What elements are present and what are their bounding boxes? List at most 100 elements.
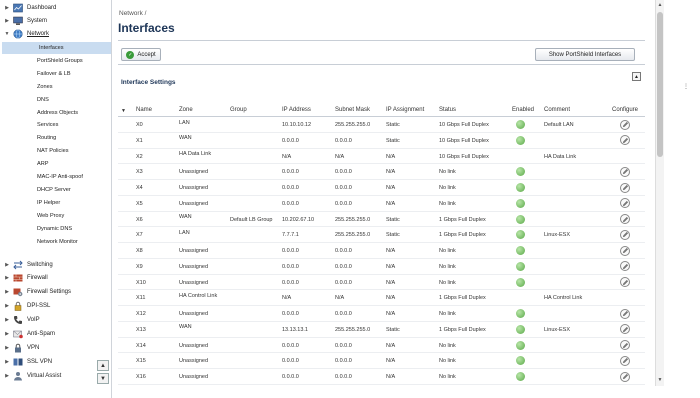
expand-right-icon[interactable]: ▶ [4, 275, 10, 281]
expand-right-icon[interactable]: ▶ [4, 373, 10, 379]
col-enabled[interactable]: Enabled [512, 107, 534, 113]
page-scrollbar[interactable]: ▲ ▼ [655, 0, 664, 386]
col-comment[interactable]: Comment [544, 107, 570, 113]
sidebar-subitem-routing[interactable]: Routing [0, 132, 111, 144]
edit-pencil-icon[interactable] [620, 182, 630, 193]
expand-right-icon[interactable]: ▶ [4, 289, 10, 295]
sidebar-item-network[interactable]: ▼ Network [0, 28, 111, 40]
enabled-check-icon [516, 372, 525, 381]
breadcrumb[interactable]: Network / [119, 10, 146, 17]
sidebar-item-vpn[interactable]: ▶ VPN [0, 342, 95, 354]
col-ip-assignment[interactable]: IP Assignment [386, 107, 424, 113]
edit-pencil-icon[interactable] [620, 245, 630, 256]
col-name[interactable]: Name [136, 107, 152, 113]
scrollbar-thumb[interactable] [657, 12, 663, 157]
sidebar-subitem-dynamic-dns[interactable]: Dynamic DNS [0, 223, 111, 235]
accept-button[interactable]: ✓ Accept [121, 48, 161, 61]
table-row[interactable]: X12 Unassigned 0.0.0.0 0.0.0.0 N/A No link [118, 306, 645, 322]
expand-right-icon[interactable]: ▶ [4, 317, 10, 323]
table-row[interactable]: X15 Unassigned 0.0.0.0 0.0.0.0 N/A No link [118, 353, 645, 369]
expand-right-icon[interactable]: ▶ [4, 303, 10, 309]
sidebar-item-switching[interactable]: ▶ Switching [0, 259, 95, 271]
sidebar-scroll-down-button[interactable]: ▼ [97, 373, 109, 384]
col-subnet-mask[interactable]: Subnet Mask [335, 107, 370, 113]
sidebar-item-voip[interactable]: ▶ VoIP [0, 314, 95, 326]
sidebar-subitem-ip-helper[interactable]: IP Helper [0, 197, 111, 209]
sidebar-subitem-address-objects[interactable]: Address Objects [0, 107, 111, 119]
table-row[interactable]: X13 WAN 13.13.13.1 255.255.255.0 Static 1 Gbp… [118, 322, 645, 338]
sidebar-item-firewall-settings[interactable]: ▶ Firewall Settings [0, 286, 95, 298]
edit-pencil-icon[interactable] [620, 198, 630, 209]
edit-pencil-icon[interactable] [620, 308, 630, 319]
edit-pencil-icon[interactable] [620, 355, 630, 366]
edit-pencil-icon[interactable] [620, 371, 630, 382]
sidebar-subitem-arp[interactable]: ARP [0, 158, 111, 170]
edit-pencil-icon[interactable] [620, 277, 630, 287]
table-row[interactable]: X0 LAN 10.10.10.12 255.255.255.0 Static 10 Gb… [118, 117, 645, 133]
col-configure[interactable]: Configure [612, 107, 638, 113]
table-row[interactable]: X6 WAN Default LB Group 10.202.67.10 255.255… [118, 212, 645, 228]
table-row[interactable]: X5 Unassigned 0.0.0.0 0.0.0.0 N/A No link [118, 196, 645, 212]
collapse-section-button[interactable]: ▲ [632, 72, 641, 81]
sidebar-subitem-mac-ip-anti-spoof[interactable]: MAC-IP Anti-spoof [0, 171, 111, 183]
sidebar-subitem-dhcp-server[interactable]: DHCP Server [0, 184, 111, 196]
cell-ip-address: N/A [282, 295, 292, 302]
expand-down-icon[interactable]: ▼ [4, 31, 10, 37]
sidebar-subitem-portshield-groups[interactable]: PortShield Groups [0, 55, 111, 67]
cell-subnet-mask: 0.0.0.0 [335, 137, 352, 144]
sidebar-subitem-dns[interactable]: DNS [0, 94, 111, 106]
table-row[interactable]: X2 HA Data Link N/A N/A N/A 10 Gbps Full Dupl… [118, 149, 645, 165]
sidebar-subitem-services[interactable]: Services [0, 119, 111, 131]
sidebar-item-firewall[interactable]: ▶ Firewall [0, 272, 95, 284]
sidebar-subitem-web-proxy[interactable]: Web Proxy [0, 210, 111, 222]
sidebar-item-dpi-ssl[interactable]: ▶ DPI-SSL [0, 300, 95, 312]
edit-pencil-icon[interactable] [620, 166, 630, 177]
sidebar-item-anti-spam[interactable]: ▶ Anti-Spam [0, 328, 95, 340]
table-row[interactable]: X9 Unassigned 0.0.0.0 0.0.0.0 N/A No link [118, 259, 645, 275]
col-zone[interactable]: Zone [179, 107, 193, 113]
table-row[interactable]: X4 Unassigned 0.0.0.0 0.0.0.0 N/A No link [118, 180, 645, 196]
scroll-down-arrow-icon[interactable]: ▼ [656, 376, 664, 384]
show-portshield-button[interactable]: Show PortShield Interfaces [535, 48, 635, 61]
sidebar-item-dashboard[interactable]: ▶ Dashboard [0, 2, 111, 14]
col-ip-address[interactable]: IP Address [282, 107, 311, 113]
expand-right-icon[interactable]: ▶ [4, 359, 10, 365]
sidebar-subitem-network-monitor[interactable]: Network Monitor [0, 236, 111, 248]
resize-handle-icon[interactable]: ⋮ [683, 83, 689, 90]
expand-right-icon[interactable]: ▶ [4, 262, 10, 268]
edit-pencil-icon[interactable] [620, 324, 630, 335]
edit-pencil-icon[interactable] [620, 135, 630, 146]
edit-pencil-icon[interactable] [620, 340, 630, 350]
edit-pencil-icon[interactable] [620, 214, 630, 224]
sidebar-subitem-zones[interactable]: Zones [0, 81, 111, 93]
sidebar-item-ssl-vpn[interactable]: ▶ SSL VPN [0, 356, 95, 368]
expand-right-icon[interactable]: ▶ [4, 18, 10, 24]
sidebar-subitem-failover-lb[interactable]: Failover & LB [0, 68, 111, 80]
edit-pencil-icon[interactable] [620, 119, 630, 130]
scroll-up-arrow-icon[interactable]: ▲ [656, 1, 664, 9]
expand-right-icon[interactable]: ▶ [4, 5, 10, 11]
expand-right-icon[interactable]: ▶ [4, 345, 10, 351]
expand-right-icon[interactable]: ▶ [4, 331, 10, 337]
table-row[interactable]: X1 WAN 0.0.0.0 0.0.0.0 Static 10 Gbps Full Du… [118, 133, 645, 149]
table-row[interactable]: X3 Unassigned 0.0.0.0 0.0.0.0 N/A No link [118, 164, 645, 180]
sidebar-scroll-up-button[interactable]: ▲ [97, 360, 109, 371]
table-row[interactable]: X7 LAN 7.7.7.1 255.255.255.0 Static 1 Gbps Fu… [118, 227, 645, 243]
cell-zone: Unassigned [179, 374, 209, 380]
sidebar-item-system[interactable]: ▶ System [0, 15, 111, 27]
sidebar-subitem-interfaces[interactable]: Interfaces [2, 42, 111, 55]
sort-icon[interactable]: ▼ [121, 108, 126, 114]
edit-pencil-icon[interactable] [620, 261, 630, 272]
table-row[interactable]: X8 Unassigned 0.0.0.0 0.0.0.0 N/A No link [118, 243, 645, 259]
table-row[interactable]: X16 Unassigned 0.0.0.0 0.0.0.0 N/A No link [118, 369, 645, 385]
table-row[interactable]: X11 HA Control Link N/A N/A N/A 1 Gbps Full D… [118, 290, 645, 306]
col-group[interactable]: Group [230, 107, 247, 113]
col-status[interactable]: Status [439, 107, 456, 113]
cell-name: X8 [136, 248, 143, 254]
sidebar-subitem-nat-policies[interactable]: NAT Policies [0, 145, 111, 157]
sidebar-item-virtual-assist[interactable]: ▶ Virtual Assist [0, 370, 95, 382]
cell-zone: Unassigned [179, 358, 209, 365]
edit-pencil-icon[interactable] [620, 229, 630, 240]
table-row[interactable]: X10 Unassigned 0.0.0.0 0.0.0.0 N/A No link [118, 275, 645, 291]
table-row[interactable]: X14 Unassigned 0.0.0.0 0.0.0.0 N/A No link [118, 338, 645, 354]
